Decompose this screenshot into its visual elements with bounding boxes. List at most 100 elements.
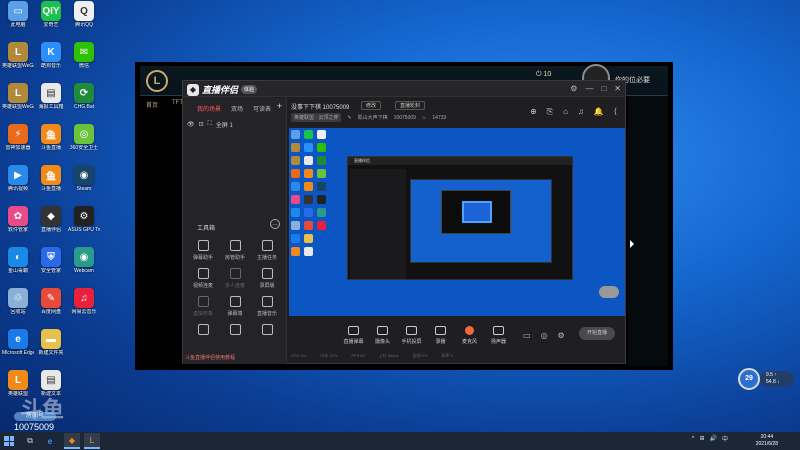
toolbox-item[interactable]: 主播任务: [251, 240, 283, 268]
record-icon[interactable]: ◎: [541, 331, 548, 340]
desktop-icon[interactable]: ⚡ 雷神加速器: [2, 124, 34, 164]
desktop-icon[interactable]: 鱼斗鱼直播: [35, 165, 67, 205]
tab-my-scenes[interactable]: 我的场景: [197, 104, 221, 113]
performance-widget[interactable]: 9.5 ↑ 54.8 ↓ 29: [738, 368, 798, 390]
toolbox-item[interactable]: [187, 324, 219, 352]
lol-taskbar-icon[interactable]: L: [84, 433, 100, 449]
desktop-icon[interactable]: 鱼斗鱼直播: [35, 124, 67, 164]
source-button[interactable]: 麦克风: [455, 325, 484, 345]
clock[interactable]: 20:44 2021/6/28: [756, 434, 778, 448]
volume-icon[interactable]: 🔊: [710, 435, 717, 442]
preview-icon: [291, 208, 300, 217]
preview-icon: [317, 195, 326, 204]
tab-dual[interactable]: 双场: [231, 104, 243, 113]
desktop-icon[interactable]: ▬ 新建文件夹: [35, 329, 67, 369]
desktop-icon[interactable]: e Microsoft Edge: [2, 329, 34, 369]
source-button-label: 麦克风: [461, 338, 477, 345]
toolbox-item[interactable]: 多人连麦: [219, 268, 251, 296]
desktop-icon[interactable]: ◎ 360安全卫士: [68, 124, 100, 164]
desktop-icon[interactable]: ⛨ 安全管家: [35, 247, 67, 287]
desktop-icon-label: 腾讯视频: [7, 186, 28, 192]
edit-title-button[interactable]: 修改: [361, 101, 382, 110]
share-button[interactable]: 直播轮封: [395, 101, 426, 110]
source-button[interactable]: 扬声器: [484, 325, 513, 345]
category-tag[interactable]: 英雄联盟 · 云顶之弈: [291, 113, 342, 122]
desktop-icon[interactable]: ✎ 百度网盘: [35, 288, 67, 328]
home-icon[interactable]: ⌂: [563, 107, 568, 117]
settings-icon[interactable]: ⚙: [570, 84, 577, 93]
stream-preview[interactable]: 直播伴侣: [289, 128, 625, 316]
desktop-icon[interactable]: ✿ 软件管家: [2, 206, 34, 246]
toolbox-item[interactable]: 弹幕助手: [187, 240, 219, 268]
source-buttons: 直播弹幕 摄像头 手机投屏 录播 麦克风 扬声器: [339, 325, 513, 345]
tutorial-notice[interactable]: 斗鱼直播伴侣使用教程: [185, 354, 235, 361]
pencil-icon[interactable]: ✎: [347, 115, 351, 121]
source-button[interactable]: 摄像头: [368, 325, 397, 345]
preview-icon: [304, 130, 313, 139]
desktop-icon[interactable]: L英雄联盟WeGame版: [2, 42, 34, 82]
source-button-label: 直播弹幕: [343, 338, 364, 345]
ime-icon[interactable]: 中: [722, 434, 728, 443]
desktop-icon[interactable]: ⚙ASUS GPU Tweak: [68, 206, 100, 246]
toolbox-more-button[interactable]: …: [270, 219, 280, 229]
source-button[interactable]: 录播: [426, 325, 455, 345]
add-scene-button[interactable]: +: [277, 101, 282, 111]
copy-icon[interactable]: ⎘: [547, 107, 553, 117]
desktop-icon[interactable]: ✉ 微信: [68, 42, 100, 82]
toolbox-item[interactable]: 虚拟形象: [187, 296, 219, 324]
tray-expand-icon[interactable]: ^: [692, 436, 695, 442]
toolbox-item[interactable]: 视频连麦: [187, 268, 219, 296]
source-button[interactable]: 直播弹幕: [339, 325, 368, 345]
desktop-icon[interactable]: ⟳ CHG.Bat: [68, 83, 100, 123]
desktop-icon[interactable]: ▶ 腾讯视频: [2, 165, 34, 205]
toolbox-item[interactable]: 录屏版: [251, 268, 283, 296]
lock-icon[interactable]: ⊡: [199, 121, 204, 128]
preview-icon: [291, 130, 300, 139]
desktop-icon-label: Steam: [76, 186, 92, 192]
desktop-icon[interactable]: K 酷狗音乐: [35, 42, 67, 82]
desktop-icon[interactable]: ◉ Steam: [68, 165, 100, 205]
desktop-icon[interactable]: QIY 爱奇艺: [35, 1, 67, 41]
desktop-icon[interactable]: Q 腾讯QQ: [68, 1, 100, 41]
toolbox-item[interactable]: 直播音乐: [251, 296, 283, 324]
desktop-icon[interactable]: ▭ 此电脑: [2, 1, 34, 41]
network-icon[interactable]: ⊞: [699, 435, 704, 442]
desktop-icon[interactable]: L英雄联盟WeGame版: [2, 83, 34, 123]
desktop-icon[interactable]: ▤ 海报工具箱: [35, 83, 67, 123]
toolbox-item-label: 直播音乐: [256, 311, 277, 317]
go-live-button[interactable]: 开始直播: [579, 327, 615, 340]
minimize-icon[interactable]: —: [585, 84, 593, 93]
close-icon[interactable]: ✕: [614, 84, 621, 93]
tab-readable[interactable]: 可读表: [253, 104, 271, 113]
toolbox-item[interactable]: [251, 324, 283, 352]
app-icon: ⚡: [8, 124, 28, 144]
desktop-icon[interactable]: ♫ 网易云音乐: [68, 288, 100, 328]
streaming-app-taskbar-icon[interactable]: ◆: [64, 433, 80, 449]
bell-icon[interactable]: 🔔: [594, 107, 604, 117]
toolbox-item[interactable]: 弹幕墙: [219, 296, 251, 324]
gear-icon[interactable]: ⚙: [558, 331, 565, 340]
desktop-icon[interactable]: ◆ 直播伴侣: [35, 206, 67, 246]
add-icon[interactable]: ⊕: [530, 107, 537, 117]
app-icon: ♫: [74, 288, 94, 308]
task-view-icon[interactable]: ⧉: [22, 433, 38, 449]
app-icon: ⟳: [74, 83, 94, 103]
music-icon[interactable]: ♫: [578, 107, 584, 117]
scene-item[interactable]: 👁 ⊡ ⛶ 全屏 1: [187, 120, 233, 129]
share-icon[interactable]: ⟨: [614, 107, 617, 117]
source-button[interactable]: 手机投屏: [397, 325, 426, 345]
edge-taskbar-icon[interactable]: e: [42, 433, 58, 449]
lol-nav-home[interactable]: 首页: [146, 100, 158, 109]
camera-icon[interactable]: ▭: [523, 331, 531, 340]
desktop-icon-label: 直播伴侣: [40, 227, 61, 233]
desktop-icon[interactable]: ♲ 回收站: [2, 288, 34, 328]
app-icon: ⚙: [74, 206, 94, 226]
toolbox-item[interactable]: 房管助手: [219, 240, 251, 268]
lol-nav: 首页 TFT: [146, 100, 183, 109]
desktop-icon[interactable]: ◉ Webcam: [68, 247, 100, 287]
desktop-icon[interactable]: ◐ 金山毒霸: [2, 247, 34, 287]
eye-icon[interactable]: 👁: [187, 121, 195, 128]
toolbox-item[interactable]: [219, 324, 251, 352]
maximize-icon[interactable]: □: [601, 84, 606, 93]
windows-start-icon[interactable]: [4, 436, 14, 446]
